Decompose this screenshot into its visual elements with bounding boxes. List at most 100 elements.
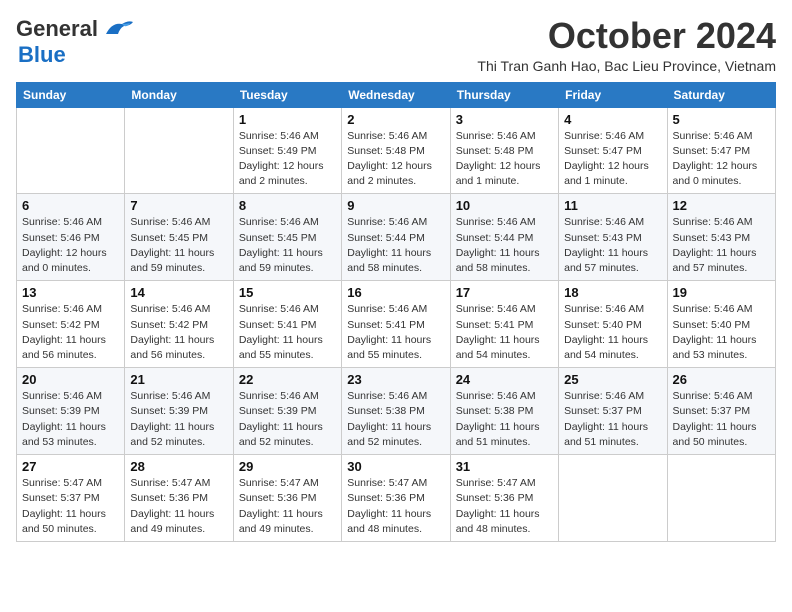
title-block: October 2024 Thi Tran Ganh Hao, Bac Lieu… — [477, 16, 776, 74]
weekday-header-thursday: Thursday — [450, 82, 558, 107]
weekday-header-monday: Monday — [125, 82, 233, 107]
day-detail: Sunrise: 5:46 AM Sunset: 5:40 PM Dayligh… — [564, 302, 661, 363]
day-number: 13 — [22, 285, 119, 300]
day-detail: Sunrise: 5:46 AM Sunset: 5:49 PM Dayligh… — [239, 129, 336, 190]
calendar-cell: 16 Sunrise: 5:46 AM Sunset: 5:41 PM Dayli… — [342, 281, 450, 368]
day-number: 3 — [456, 112, 553, 127]
day-number: 5 — [673, 112, 770, 127]
calendar-cell: 28 Sunrise: 5:47 AM Sunset: 5:36 PM Dayli… — [125, 455, 233, 542]
calendar-cell: 9 Sunrise: 5:46 AM Sunset: 5:44 PM Daylig… — [342, 194, 450, 281]
day-number: 16 — [347, 285, 444, 300]
day-number: 30 — [347, 459, 444, 474]
day-detail: Sunrise: 5:47 AM Sunset: 5:36 PM Dayligh… — [130, 476, 227, 537]
day-detail: Sunrise: 5:46 AM Sunset: 5:47 PM Dayligh… — [564, 129, 661, 190]
calendar-cell: 26 Sunrise: 5:46 AM Sunset: 5:37 PM Dayli… — [667, 368, 775, 455]
day-detail: Sunrise: 5:46 AM Sunset: 5:48 PM Dayligh… — [347, 129, 444, 190]
day-detail: Sunrise: 5:46 AM Sunset: 5:48 PM Dayligh… — [456, 129, 553, 190]
calendar-cell: 4 Sunrise: 5:46 AM Sunset: 5:47 PM Daylig… — [559, 107, 667, 194]
calendar-cell: 7 Sunrise: 5:46 AM Sunset: 5:45 PM Daylig… — [125, 194, 233, 281]
calendar-cell: 25 Sunrise: 5:46 AM Sunset: 5:37 PM Dayli… — [559, 368, 667, 455]
calendar-cell: 21 Sunrise: 5:46 AM Sunset: 5:39 PM Dayli… — [125, 368, 233, 455]
calendar-week-row: 1 Sunrise: 5:46 AM Sunset: 5:49 PM Daylig… — [17, 107, 776, 194]
calendar-cell: 10Sunrise: 5:46 AM Sunset: 5:44 PM Dayli… — [450, 194, 558, 281]
day-number: 25 — [564, 372, 661, 387]
day-number: 31 — [456, 459, 553, 474]
page-header: General Blue October 2024 Thi Tran Ganh … — [16, 16, 776, 74]
day-detail: Sunrise: 5:46 AM Sunset: 5:45 PM Dayligh… — [130, 215, 227, 276]
day-detail: Sunrise: 5:46 AM Sunset: 5:41 PM Dayligh… — [239, 302, 336, 363]
day-detail: Sunrise: 5:46 AM Sunset: 5:44 PM Dayligh… — [347, 215, 444, 276]
calendar-cell: 5 Sunrise: 5:46 AM Sunset: 5:47 PM Daylig… — [667, 107, 775, 194]
logo-bird-icon — [102, 18, 134, 38]
calendar-cell: 12 Sunrise: 5:46 AM Sunset: 5:43 PM Dayli… — [667, 194, 775, 281]
day-detail: Sunrise: 5:46 AM Sunset: 5:41 PM Dayligh… — [347, 302, 444, 363]
day-number: 12 — [673, 198, 770, 213]
day-number: 28 — [130, 459, 227, 474]
day-detail: Sunrise: 5:46 AM Sunset: 5:43 PM Dayligh… — [673, 215, 770, 276]
calendar-week-row: 6Sunrise: 5:46 AM Sunset: 5:46 PM Daylig… — [17, 194, 776, 281]
day-number: 1 — [239, 112, 336, 127]
day-detail: Sunrise: 5:46 AM Sunset: 5:38 PM Dayligh… — [456, 389, 553, 450]
weekday-header-wednesday: Wednesday — [342, 82, 450, 107]
day-number: 22 — [239, 372, 336, 387]
day-detail: Sunrise: 5:47 AM Sunset: 5:36 PM Dayligh… — [239, 476, 336, 537]
day-number: 9 — [347, 198, 444, 213]
day-number: 6 — [22, 198, 119, 213]
calendar-cell: 22 Sunrise: 5:46 AM Sunset: 5:39 PM Dayli… — [233, 368, 341, 455]
calendar-cell: 17 Sunrise: 5:46 AM Sunset: 5:41 PM Dayli… — [450, 281, 558, 368]
day-number: 26 — [673, 372, 770, 387]
day-number: 7 — [130, 198, 227, 213]
calendar-week-row: 27 Sunrise: 5:47 AM Sunset: 5:37 PM Dayli… — [17, 455, 776, 542]
day-number: 21 — [130, 372, 227, 387]
day-number: 27 — [22, 459, 119, 474]
day-detail: Sunrise: 5:46 AM Sunset: 5:47 PM Dayligh… — [673, 129, 770, 190]
day-detail: Sunrise: 5:46 AM Sunset: 5:40 PM Dayligh… — [673, 302, 770, 363]
weekday-header-sunday: Sunday — [17, 82, 125, 107]
day-number: 4 — [564, 112, 661, 127]
day-number: 2 — [347, 112, 444, 127]
day-detail: Sunrise: 5:46 AM Sunset: 5:42 PM Dayligh… — [22, 302, 119, 363]
calendar-cell: 31 Sunrise: 5:47 AM Sunset: 5:36 PM Dayli… — [450, 455, 558, 542]
calendar-cell: 30Sunrise: 5:47 AM Sunset: 5:36 PM Dayli… — [342, 455, 450, 542]
calendar-cell: 29 Sunrise: 5:47 AM Sunset: 5:36 PM Dayli… — [233, 455, 341, 542]
calendar-cell: 13 Sunrise: 5:46 AM Sunset: 5:42 PM Dayli… — [17, 281, 125, 368]
day-number: 23 — [347, 372, 444, 387]
day-detail: Sunrise: 5:46 AM Sunset: 5:37 PM Dayligh… — [673, 389, 770, 450]
day-number: 15 — [239, 285, 336, 300]
day-number: 14 — [130, 285, 227, 300]
calendar-cell: 11 Sunrise: 5:46 AM Sunset: 5:43 PM Dayli… — [559, 194, 667, 281]
calendar-cell: 18Sunrise: 5:46 AM Sunset: 5:40 PM Dayli… — [559, 281, 667, 368]
day-detail: Sunrise: 5:46 AM Sunset: 5:39 PM Dayligh… — [239, 389, 336, 450]
calendar-cell: 6Sunrise: 5:46 AM Sunset: 5:46 PM Daylig… — [17, 194, 125, 281]
calendar-cell — [125, 107, 233, 194]
calendar-cell — [17, 107, 125, 194]
weekday-header-tuesday: Tuesday — [233, 82, 341, 107]
day-detail: Sunrise: 5:46 AM Sunset: 5:43 PM Dayligh… — [564, 215, 661, 276]
calendar-cell: 1 Sunrise: 5:46 AM Sunset: 5:49 PM Daylig… — [233, 107, 341, 194]
day-detail: Sunrise: 5:47 AM Sunset: 5:36 PM Dayligh… — [456, 476, 553, 537]
calendar-cell — [559, 455, 667, 542]
day-detail: Sunrise: 5:46 AM Sunset: 5:41 PM Dayligh… — [456, 302, 553, 363]
day-detail: Sunrise: 5:46 AM Sunset: 5:39 PM Dayligh… — [22, 389, 119, 450]
day-number: 24 — [456, 372, 553, 387]
day-number: 29 — [239, 459, 336, 474]
calendar-cell: 20 Sunrise: 5:46 AM Sunset: 5:39 PM Dayli… — [17, 368, 125, 455]
calendar-table: SundayMondayTuesdayWednesdayThursdayFrid… — [16, 82, 776, 542]
day-detail: Sunrise: 5:46 AM Sunset: 5:45 PM Dayligh… — [239, 215, 336, 276]
calendar-cell: 15 Sunrise: 5:46 AM Sunset: 5:41 PM Dayli… — [233, 281, 341, 368]
calendar-cell: 14 Sunrise: 5:46 AM Sunset: 5:42 PM Dayli… — [125, 281, 233, 368]
day-number: 11 — [564, 198, 661, 213]
day-number: 8 — [239, 198, 336, 213]
day-number: 17 — [456, 285, 553, 300]
day-detail: Sunrise: 5:46 AM Sunset: 5:37 PM Dayligh… — [564, 389, 661, 450]
logo: General Blue — [16, 16, 134, 68]
day-number: 20 — [22, 372, 119, 387]
day-detail: Sunrise: 5:46 AM Sunset: 5:39 PM Dayligh… — [130, 389, 227, 450]
calendar-cell: 19Sunrise: 5:46 AM Sunset: 5:40 PM Dayli… — [667, 281, 775, 368]
calendar-cell: 24 Sunrise: 5:46 AM Sunset: 5:38 PM Dayli… — [450, 368, 558, 455]
month-title: October 2024 — [477, 16, 776, 56]
calendar-cell: 27 Sunrise: 5:47 AM Sunset: 5:37 PM Dayli… — [17, 455, 125, 542]
day-detail: Sunrise: 5:46 AM Sunset: 5:42 PM Dayligh… — [130, 302, 227, 363]
day-detail: Sunrise: 5:47 AM Sunset: 5:37 PM Dayligh… — [22, 476, 119, 537]
day-detail: Sunrise: 5:46 AM Sunset: 5:44 PM Dayligh… — [456, 215, 553, 276]
